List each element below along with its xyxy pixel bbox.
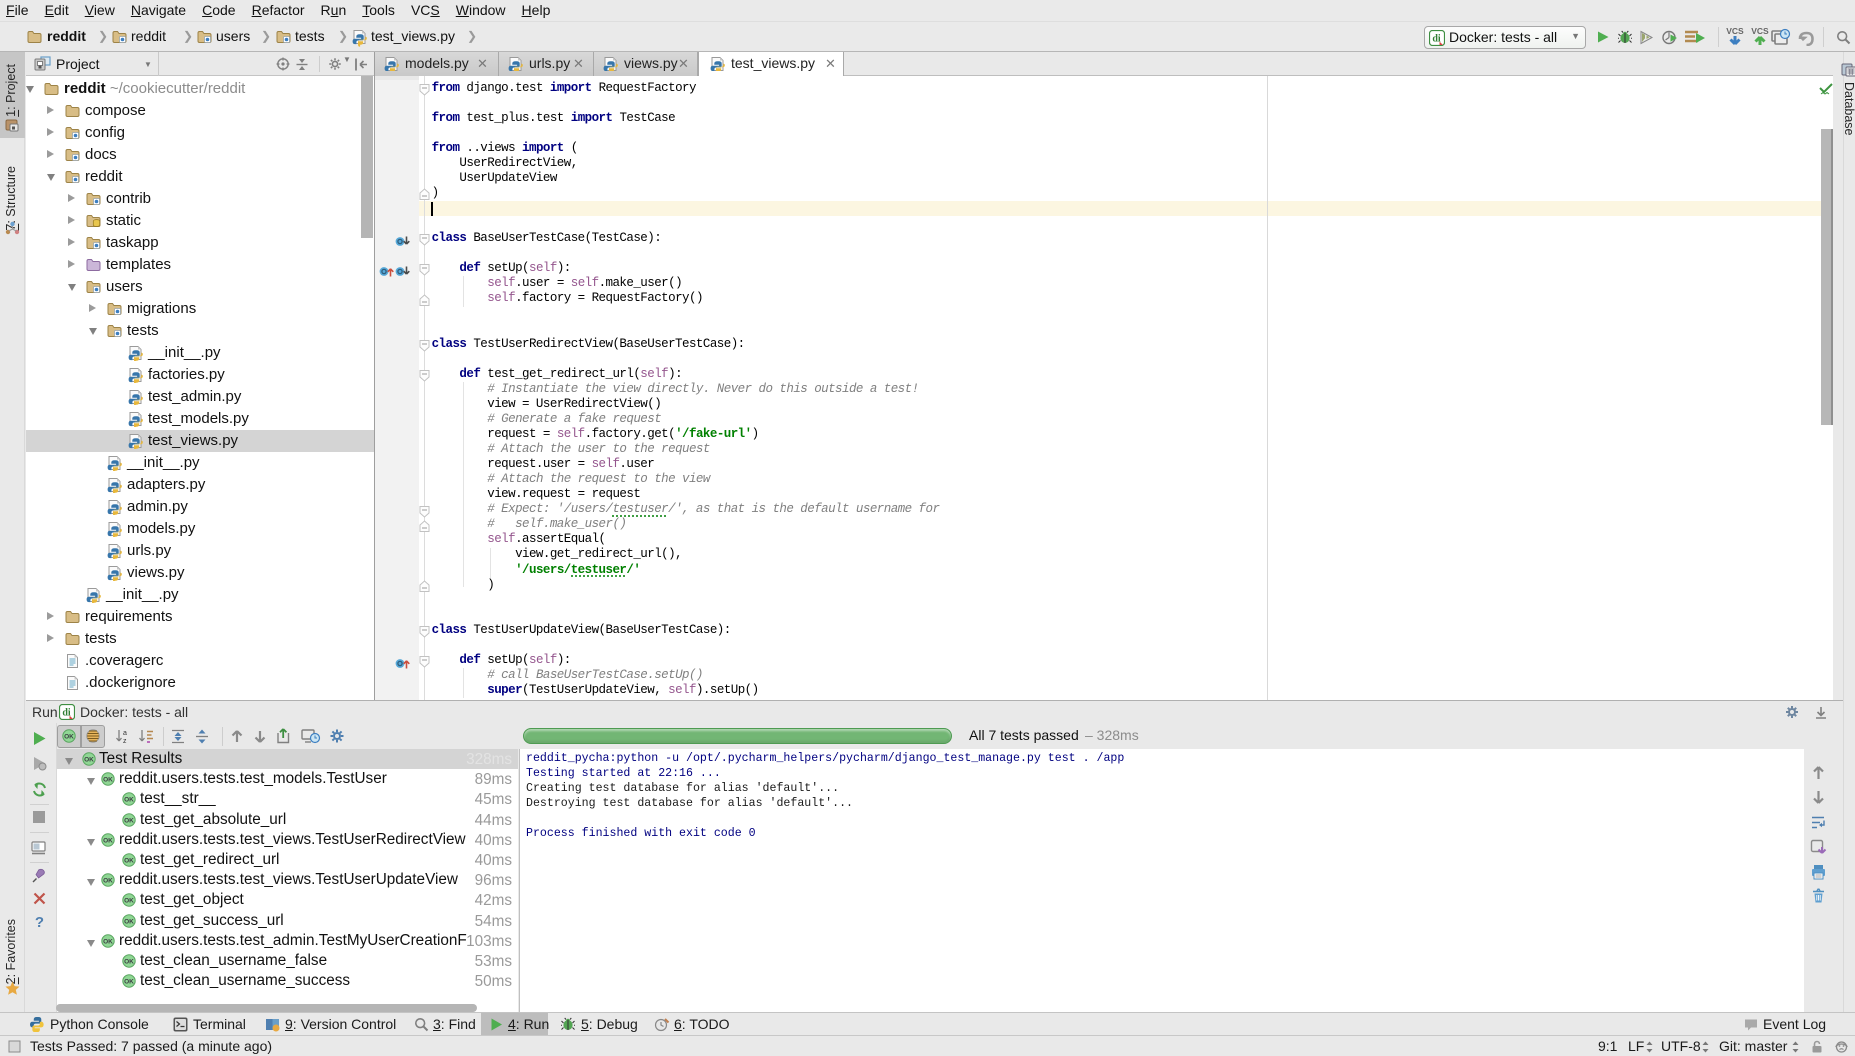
svg-text:VCS: VCS [1726, 26, 1744, 36]
svg-text:VCS: VCS [1751, 26, 1769, 36]
svg-text:z: z [123, 738, 127, 744]
svg-text:a: a [123, 730, 127, 737]
